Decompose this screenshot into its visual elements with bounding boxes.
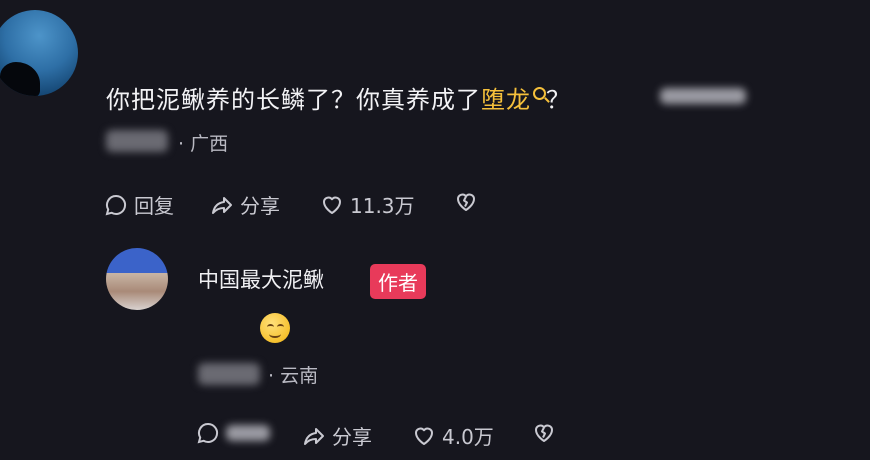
author-badge: 作者 — [370, 264, 426, 299]
like-button[interactable]: 11.3万 — [320, 190, 415, 219]
reply-reply-button[interactable] — [196, 421, 270, 445]
obscured-text — [660, 88, 746, 104]
reply-location: · 云南 — [268, 365, 319, 387]
reply-bubble-icon — [105, 194, 127, 215]
author-name[interactable]: 中国最大泥鳅 — [198, 264, 324, 294]
comment-keyword-link[interactable]: 堕龙 — [481, 86, 531, 114]
obscured-date — [198, 363, 260, 385]
search-icon[interactable] — [533, 87, 546, 100]
share-label: 分享 — [240, 194, 280, 218]
reply-button[interactable]: 回复 — [104, 190, 174, 219]
like-count: 4.0万 — [442, 425, 494, 449]
reply-like-button[interactable]: 4.0万 — [412, 421, 494, 450]
comment-text-before: 你把泥鳅养的长鳞了？你真养成了 — [106, 86, 481, 114]
heart-icon — [323, 196, 341, 214]
author-avatar[interactable] — [106, 248, 168, 310]
share-arrow-icon — [212, 196, 232, 214]
like-count: 11.3万 — [350, 194, 415, 218]
comment-text-after: ？ — [546, 86, 571, 114]
comment-location: · 广西 — [178, 133, 229, 155]
reply-dislike-button[interactable] — [532, 421, 556, 445]
share-arrow-icon — [304, 427, 324, 445]
obscured-label — [226, 425, 270, 441]
share-button[interactable]: 分享 — [210, 190, 280, 219]
reply-label: 回复 — [134, 194, 174, 218]
reply-share-button[interactable]: 分享 — [302, 421, 372, 450]
smile-emoji — [260, 313, 290, 343]
broken-heart-icon — [457, 193, 475, 211]
broken-heart-icon — [535, 424, 553, 442]
comment-text: 你把泥鳅养的长鳞了？你真养成了堕龙 ？ — [106, 80, 571, 115]
obscured-date — [106, 130, 168, 152]
heart-icon — [415, 427, 433, 445]
share-label: 分享 — [332, 425, 372, 449]
reply-bubble-icon — [197, 422, 219, 444]
dislike-button[interactable] — [454, 190, 478, 214]
commenter-avatar[interactable] — [0, 10, 78, 96]
